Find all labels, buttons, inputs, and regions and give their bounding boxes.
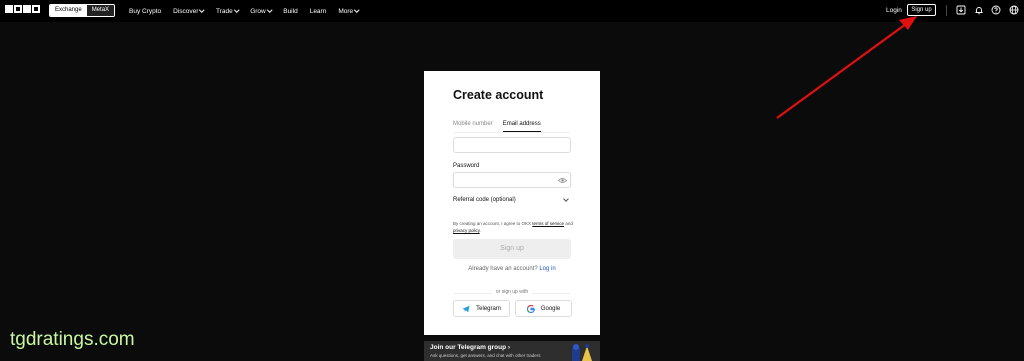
nav-item-grow[interactable]: Grow xyxy=(250,7,272,15)
tab-mobile-number[interactable]: Mobile number xyxy=(453,121,493,127)
logo-block xyxy=(23,5,31,13)
exchange-metax-switch: Exchange MetaX xyxy=(49,4,116,17)
banner-subtitle: Ask questions, get answers, and chat wit… xyxy=(430,353,541,358)
signup-method-tabs: Mobile number Email address xyxy=(453,121,541,132)
terms-and: and xyxy=(564,221,573,226)
segment-exchange[interactable]: Exchange xyxy=(50,5,87,16)
telegram-group-banner[interactable]: Join our Telegram group › Ask questions,… xyxy=(424,341,600,361)
login-link[interactable]: Log in xyxy=(539,266,555,272)
google-icon xyxy=(526,304,535,313)
mascot-illustration xyxy=(572,344,592,361)
or-sign-up-text: or sign up with xyxy=(491,289,533,295)
referral-code-toggle[interactable]: Referral code (optional) xyxy=(453,197,516,203)
nav-item-buy-crypto[interactable]: Buy Crypto xyxy=(129,8,161,15)
signup-submit-button[interactable]: Sign up xyxy=(453,239,571,259)
nav-item-label: Learn xyxy=(309,7,327,15)
chevron-down-icon xyxy=(233,7,239,13)
nav-item-label: Build xyxy=(283,7,298,15)
signup-button[interactable]: Sign up xyxy=(907,4,936,16)
nav-item-trade[interactable]: Trade xyxy=(215,7,239,15)
chevron-down-icon xyxy=(199,7,205,13)
already-have-account: Already have an account? Log in xyxy=(424,266,600,272)
telegram-button[interactable]: Telegram xyxy=(453,300,510,317)
login-link[interactable]: Login xyxy=(886,7,902,14)
banner-title: Join our Telegram group › xyxy=(430,344,511,351)
terms-end: . xyxy=(479,228,481,233)
chevron-down-icon[interactable] xyxy=(563,196,569,202)
divider xyxy=(946,5,947,16)
terms-text: By creating an account, I agree to OKX t… xyxy=(453,220,573,234)
password-label: Password xyxy=(453,163,480,169)
main-nav: Buy Crypto Discover Trade Grow Build Learn Mor… xyxy=(129,0,371,22)
have-account-text: Already have an account? xyxy=(468,266,538,272)
logo-block xyxy=(5,5,13,13)
nav-item-label: Grow xyxy=(250,7,266,15)
okx-logo[interactable] xyxy=(5,5,40,13)
nav-item-label: More xyxy=(338,7,354,15)
create-account-card: Create account Mobile number Email addre… xyxy=(424,71,600,335)
page-title: Create account xyxy=(453,88,544,102)
eye-icon[interactable] xyxy=(558,177,567,184)
google-button[interactable]: Google xyxy=(515,300,572,317)
logo-block xyxy=(14,5,22,13)
or-sign-up-with: or sign up with xyxy=(453,289,571,295)
email-input[interactable] xyxy=(453,137,571,153)
logo-block xyxy=(32,5,40,13)
telegram-label: Telegram xyxy=(476,305,501,312)
nav-item-learn[interactable]: Learn xyxy=(310,8,327,15)
globe-icon[interactable] xyxy=(1009,5,1019,15)
nav-item-discover[interactable]: Discover xyxy=(173,7,205,15)
nav-item-label: Buy Crypto xyxy=(129,7,162,15)
chevron-down-icon xyxy=(354,7,360,13)
help-icon[interactable] xyxy=(991,5,1001,15)
terms-prefix: By creating an account, I agree to OKX xyxy=(453,221,533,226)
nav-item-label: Trade xyxy=(215,7,233,15)
tab-email-address[interactable]: Email address xyxy=(502,121,541,132)
nav-item-label: Discover xyxy=(173,7,199,15)
chevron-down-icon xyxy=(267,7,272,13)
download-icon[interactable] xyxy=(956,5,966,15)
privacy-policy-link[interactable]: privacy policy xyxy=(453,228,480,233)
google-label: Google xyxy=(540,305,561,312)
bell-icon[interactable] xyxy=(974,5,984,15)
terms-of-service-link[interactable]: terms of service xyxy=(532,221,564,226)
password-input[interactable] xyxy=(453,172,571,188)
telegram-icon xyxy=(462,305,470,312)
top-navigation-bar: Exchange MetaX Buy Crypto Discover Trade Gr… xyxy=(0,0,1024,22)
segment-metax[interactable]: MetaX xyxy=(86,5,115,16)
nav-item-build[interactable]: Build xyxy=(283,8,297,15)
nav-item-more[interactable]: More xyxy=(338,7,360,15)
watermark: tgdratings.com xyxy=(10,329,135,350)
tab-underline xyxy=(453,132,570,133)
